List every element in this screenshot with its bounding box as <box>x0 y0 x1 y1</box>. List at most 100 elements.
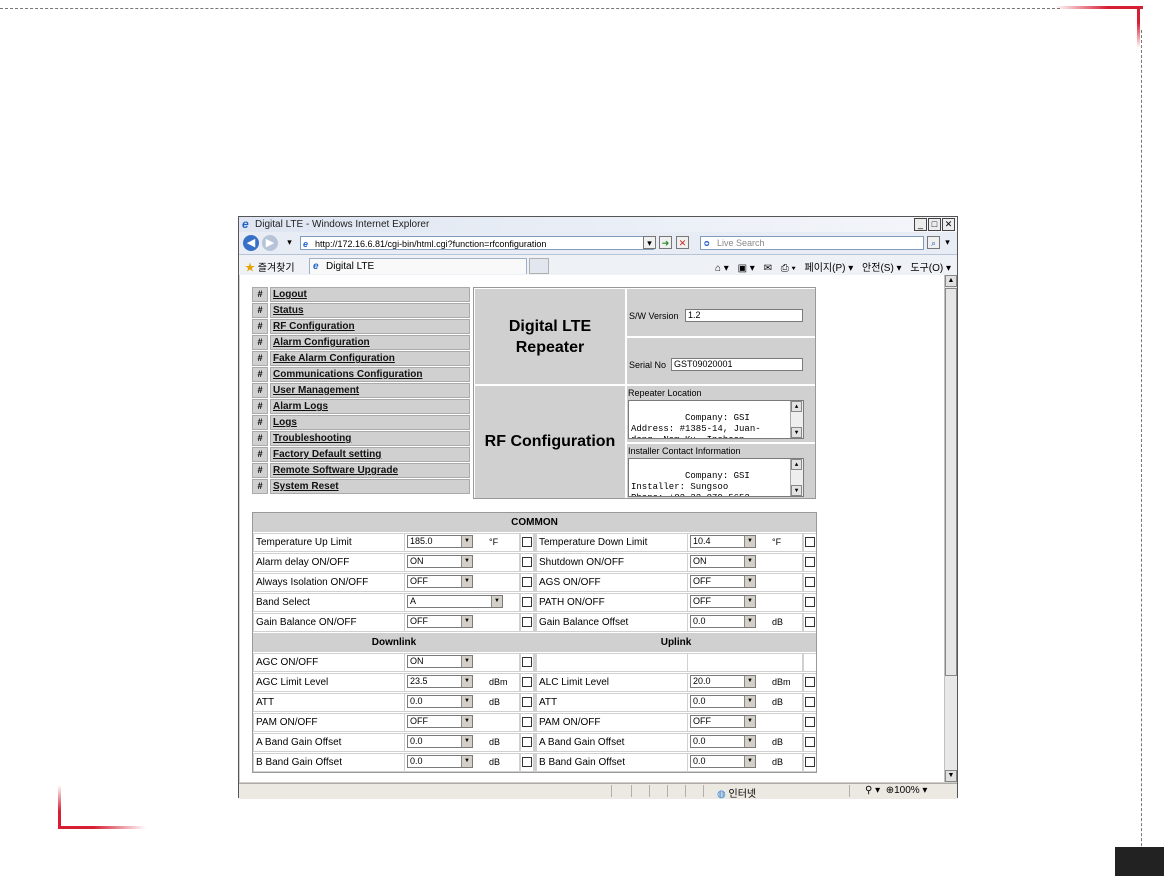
close-button[interactable]: ✕ <box>942 218 955 231</box>
nav-link[interactable]: Troubleshooting <box>270 431 470 446</box>
scroll-down-icon[interactable]: ▼ <box>791 485 802 496</box>
row-checkbox[interactable] <box>522 657 532 667</box>
value-select[interactable]: OFF ▼ <box>407 615 473 628</box>
page-icon: e <box>303 239 309 249</box>
nav-link[interactable]: RF Configuration <box>270 319 470 334</box>
value-select[interactable]: 0.0 ▼ <box>407 735 473 748</box>
row-checkbox[interactable] <box>522 557 532 567</box>
installer-scrollbar[interactable]: ▲ ▼ <box>790 459 803 496</box>
page-scrollbar[interactable]: ▲ ▼ <box>944 275 957 782</box>
maximize-button[interactable]: □ <box>928 218 941 231</box>
row-checkbox[interactable] <box>522 577 532 587</box>
row-checkbox[interactable] <box>805 617 815 627</box>
row-checkbox[interactable] <box>805 677 815 687</box>
row-checkbox[interactable] <box>522 537 532 547</box>
value-select[interactable]: 185.0 ▼ <box>407 535 473 548</box>
value-select[interactable]: ON ▼ <box>407 655 473 668</box>
value-select[interactable]: OFF ▼ <box>407 715 473 728</box>
value-select[interactable]: ON ▼ <box>690 555 756 568</box>
value-select[interactable]: 0.0 ▼ <box>407 695 473 708</box>
scroll-thumb[interactable] <box>945 288 957 676</box>
minimize-button[interactable]: _ <box>914 218 927 231</box>
scroll-up-icon[interactable]: ▲ <box>791 401 802 412</box>
dropdown-arrow-icon: ▼ <box>744 736 755 747</box>
dropdown-arrow-icon: ▼ <box>461 576 472 587</box>
sw-version-field[interactable]: 1.2 <box>685 309 803 322</box>
history-dropdown-icon[interactable]: ▾ <box>283 236 296 249</box>
value-select[interactable]: 23.5 ▼ <box>407 675 473 688</box>
value-select[interactable]: 20.0 ▼ <box>690 675 756 688</box>
nav-link[interactable]: Logs <box>270 415 470 430</box>
right-field: AGS ON/OFF OFF ▼ <box>536 573 816 592</box>
zoom-control[interactable]: ⚲ ▾ ⊕100% ▾ <box>865 785 927 796</box>
value-select[interactable]: A ▼ <box>407 595 503 608</box>
favorites-button[interactable]: ★ 즐겨찾기 <box>245 259 295 274</box>
home-icon[interactable]: ⌂ ▾ <box>715 263 729 274</box>
address-dropdown-icon[interactable]: ▾ <box>643 236 656 249</box>
feeds-icon[interactable]: ▣ ▾ <box>738 263 755 274</box>
globe-icon: ◍ <box>717 789 726 800</box>
nav-link[interactable]: Remote Software Upgrade <box>270 463 470 478</box>
value-select[interactable]: 10.4 ▼ <box>690 535 756 548</box>
new-tab-button[interactable] <box>529 258 549 274</box>
row-checkbox[interactable] <box>522 677 532 687</box>
go-icon[interactable]: ➜ <box>659 236 672 249</box>
row-checkbox[interactable] <box>805 697 815 707</box>
row-checkbox[interactable] <box>522 717 532 727</box>
value-select[interactable]: OFF ▼ <box>690 595 756 608</box>
nav-link[interactable]: Communications Configuration <box>270 367 470 382</box>
value-select[interactable]: OFF ▼ <box>407 575 473 588</box>
row-checkbox[interactable] <box>522 597 532 607</box>
installer-textarea[interactable]: Company: GSI Installer: Sungsoo Phone: +… <box>628 458 804 497</box>
row-checkbox[interactable] <box>805 537 815 547</box>
nav-link[interactable]: Factory Default setting <box>270 447 470 462</box>
dropdown-arrow-icon: ▼ <box>744 536 755 547</box>
value-select[interactable]: 0.0 ▼ <box>690 695 756 708</box>
page-menu[interactable]: 페이지(P) ▾ <box>805 263 854 274</box>
tab-digital-lte[interactable]: e Digital LTE <box>309 258 527 274</box>
nav-link[interactable]: Status <box>270 303 470 318</box>
scroll-up-icon[interactable]: ▲ <box>791 459 802 470</box>
row-checkbox[interactable] <box>805 737 815 747</box>
row-checkbox[interactable] <box>522 757 532 767</box>
row-checkbox[interactable] <box>805 717 815 727</box>
row-checkbox[interactable] <box>805 597 815 607</box>
stop-icon[interactable]: ✕ <box>676 236 689 249</box>
tools-menu[interactable]: 도구(O) ▾ <box>910 263 951 274</box>
address-input[interactable]: e http://172.16.6.81/cgi-bin/html.cgi?fu… <box>300 236 654 250</box>
value-select[interactable]: OFF ▼ <box>690 575 756 588</box>
row-checkbox[interactable] <box>522 697 532 707</box>
nav-link[interactable]: Logout <box>270 287 470 302</box>
scroll-down-icon[interactable]: ▼ <box>945 770 957 782</box>
nav-link[interactable]: Alarm Configuration <box>270 335 470 350</box>
mail-icon[interactable]: ✉ <box>764 263 772 274</box>
row-checkbox[interactable] <box>522 737 532 747</box>
forward-button[interactable]: ▶ <box>262 235 278 251</box>
row-checkbox[interactable] <box>522 617 532 627</box>
value-select[interactable]: 0.0 ▼ <box>690 615 756 628</box>
location-scrollbar[interactable]: ▲ ▼ <box>790 401 803 438</box>
location-textarea[interactable]: Company: GSI Address: #1385-14, Juan- do… <box>628 400 804 439</box>
print-icon[interactable]: ⎙ ▾ <box>781 263 796 274</box>
nav-link[interactable]: System Reset <box>270 479 470 494</box>
search-input[interactable]: ᴑ Live Search <box>700 236 924 250</box>
value-select[interactable]: 0.0 ▼ <box>690 735 756 748</box>
row-checkbox[interactable] <box>805 557 815 567</box>
row-checkbox[interactable] <box>805 577 815 587</box>
row-checkbox[interactable] <box>805 757 815 767</box>
scroll-up-icon[interactable]: ▲ <box>945 275 957 287</box>
value-select[interactable]: 0.0 ▼ <box>690 755 756 768</box>
scroll-down-icon[interactable]: ▼ <box>791 427 802 438</box>
value-select[interactable]: OFF ▼ <box>690 715 756 728</box>
value-select[interactable]: 0.0 ▼ <box>407 755 473 768</box>
search-icon[interactable]: ⌕ <box>927 236 940 249</box>
serial-field[interactable]: GST09020001 <box>671 358 803 371</box>
nav-link[interactable]: Fake Alarm Configuration <box>270 351 470 366</box>
nav-link[interactable]: Alarm Logs <box>270 399 470 414</box>
back-button[interactable]: ◀ <box>243 235 259 251</box>
corner-accent-bottom-left <box>58 826 146 829</box>
search-options-icon[interactable]: ▾ <box>941 236 954 249</box>
nav-link[interactable]: User Management <box>270 383 470 398</box>
safety-menu[interactable]: 안전(S) ▾ <box>862 263 902 274</box>
value-select[interactable]: ON ▼ <box>407 555 473 568</box>
